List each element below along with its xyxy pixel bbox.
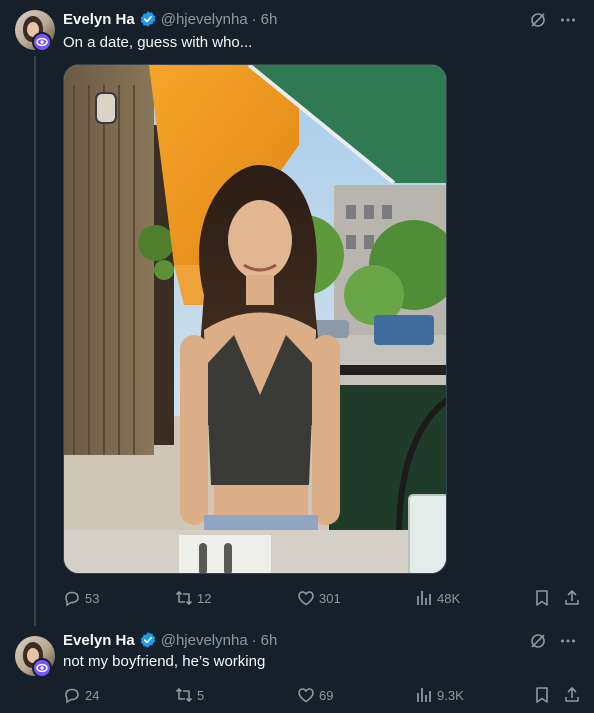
tweet[interactable]: Evelyn Ha @hjevelynha · 6h On a date, gu… bbox=[0, 0, 594, 626]
tweet-text: On a date, guess with who... bbox=[63, 34, 253, 51]
bookmark-button[interactable] bbox=[533, 589, 551, 607]
share-icon bbox=[565, 590, 579, 605]
heart-icon bbox=[298, 688, 314, 703]
tweet[interactable]: Evelyn Ha @hjevelynha · 6h not my boyfri… bbox=[0, 626, 594, 713]
reply-count: 53 bbox=[85, 590, 100, 606]
like-button[interactable]: 301 bbox=[297, 589, 341, 607]
bookmark-icon bbox=[536, 590, 548, 606]
tweet-actions: 53 12 301 48K bbox=[63, 587, 581, 609]
timestamp[interactable]: 6h bbox=[261, 632, 278, 649]
tweet-top-actions bbox=[528, 10, 578, 30]
avatar[interactable] bbox=[15, 10, 55, 52]
views-button[interactable]: 9.3K bbox=[415, 686, 464, 704]
photo-scene bbox=[64, 65, 446, 573]
verified-badge-icon bbox=[139, 631, 157, 649]
like-button[interactable]: 69 bbox=[297, 686, 333, 704]
eye-badge-icon bbox=[32, 658, 52, 678]
tweet-text: not my boyfriend, he’s working bbox=[63, 653, 266, 670]
views-button[interactable]: 48K bbox=[415, 589, 460, 607]
timestamp[interactable]: 6h bbox=[261, 11, 278, 28]
grok-icon[interactable] bbox=[528, 10, 548, 30]
heart-icon bbox=[298, 591, 314, 606]
share-icon bbox=[565, 687, 579, 702]
repost-count: 5 bbox=[197, 687, 205, 703]
tweet-actions: 24 5 69 9.3K bbox=[63, 684, 581, 706]
more-options-icon[interactable] bbox=[558, 10, 578, 30]
author-name[interactable]: Evelyn Ha bbox=[63, 632, 135, 649]
separator-dot: · bbox=[251, 10, 257, 28]
views-icon bbox=[417, 591, 431, 605]
tweet-top-actions bbox=[528, 631, 578, 651]
like-count: 69 bbox=[319, 687, 334, 703]
bookmark-icon bbox=[536, 687, 548, 703]
grok-icon[interactable] bbox=[528, 631, 548, 651]
reply-button[interactable]: 53 bbox=[63, 589, 99, 607]
tweet-header: Evelyn Ha @hjevelynha · 6h bbox=[63, 9, 277, 29]
reply-button[interactable]: 24 bbox=[63, 686, 99, 704]
repost-icon bbox=[175, 688, 193, 702]
share-button[interactable] bbox=[563, 686, 581, 704]
repost-button[interactable]: 12 bbox=[175, 589, 211, 607]
eye-badge-icon bbox=[32, 32, 52, 52]
repost-icon bbox=[175, 591, 193, 605]
author-handle[interactable]: @hjevelynha bbox=[161, 632, 248, 649]
reply-icon bbox=[65, 688, 79, 704]
tweet-header: Evelyn Ha @hjevelynha · 6h bbox=[63, 630, 277, 650]
reply-count: 24 bbox=[85, 687, 100, 703]
verified-badge-icon bbox=[139, 10, 157, 28]
repost-count: 12 bbox=[197, 590, 212, 606]
reply-icon bbox=[65, 591, 79, 607]
tweet-photo[interactable] bbox=[63, 64, 447, 574]
more-options-icon[interactable] bbox=[558, 631, 578, 651]
author-handle[interactable]: @hjevelynha bbox=[161, 11, 248, 28]
bookmark-button[interactable] bbox=[533, 686, 551, 704]
separator-dot: · bbox=[251, 631, 257, 649]
views-count: 9.3K bbox=[437, 687, 464, 703]
author-name[interactable]: Evelyn Ha bbox=[63, 11, 135, 28]
views-count: 48K bbox=[437, 590, 461, 606]
share-button[interactable] bbox=[563, 589, 581, 607]
views-icon bbox=[417, 688, 431, 702]
like-count: 301 bbox=[319, 590, 341, 606]
avatar[interactable] bbox=[15, 636, 55, 678]
repost-button[interactable]: 5 bbox=[175, 686, 204, 704]
